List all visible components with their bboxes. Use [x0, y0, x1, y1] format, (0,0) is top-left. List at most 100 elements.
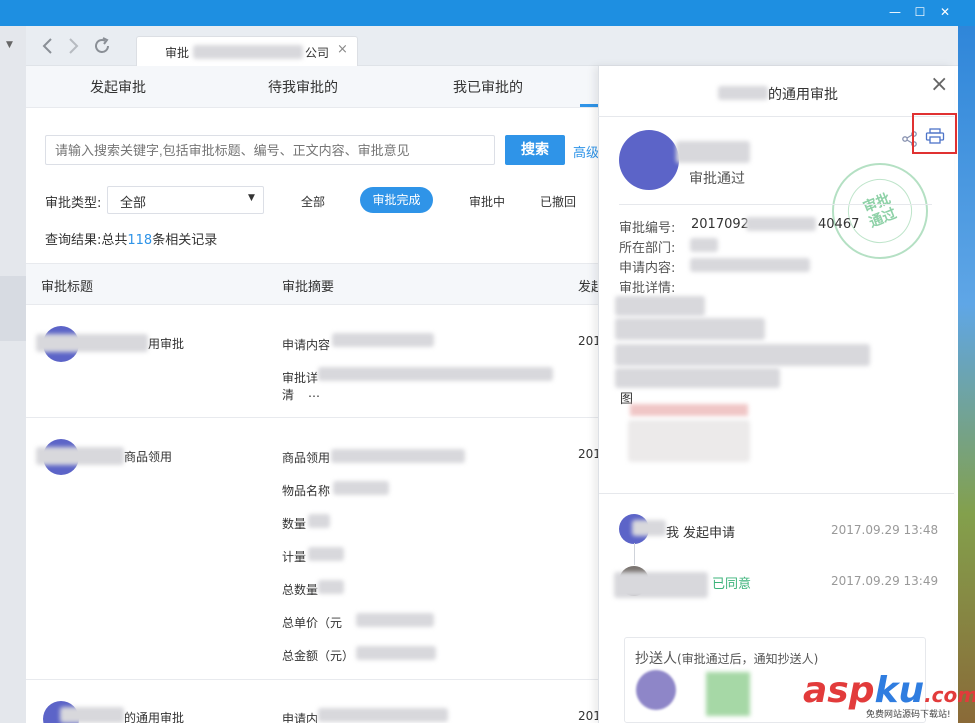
minimize-button[interactable]: — [885, 3, 905, 21]
redacted-text [615, 296, 705, 316]
result-prefix: 查询结果:总共 [45, 233, 128, 248]
redacted-text [318, 580, 344, 594]
redacted-image [630, 404, 748, 416]
panel-header-divider [598, 116, 954, 117]
redacted-text [356, 646, 436, 660]
row-title[interactable]: 用审批 [148, 335, 184, 352]
filter-in-progress[interactable]: 审批中 [469, 193, 505, 210]
approval-detail-label: 审批详情: [619, 281, 676, 296]
approval-number-prefix: 2017092 [691, 217, 749, 232]
summary-line: 总单价（元 [282, 616, 343, 630]
app-sidebar-strip: ▼ [0, 26, 26, 723]
approval-type-label: 审批类型: [45, 196, 102, 211]
approval-number-suffix: 40467 [818, 217, 860, 232]
redacted-text [318, 708, 448, 722]
redacted-text [356, 613, 434, 627]
watermark-part: asp [803, 670, 875, 711]
redacted-text [331, 449, 465, 463]
column-header-summary: 审批摘要 [282, 280, 335, 295]
chevron-left-icon [42, 38, 52, 54]
nav-tab-pending-approval[interactable]: 待我审批的 [268, 77, 338, 97]
maximize-button[interactable]: ☐ [910, 3, 930, 21]
approval-number-label: 审批编号: [619, 221, 676, 236]
redacted-text [615, 344, 870, 366]
reload-icon [95, 37, 109, 53]
redacted-text [36, 334, 148, 352]
row-title[interactable]: 商品领用 [124, 448, 172, 465]
avatar [636, 670, 676, 710]
active-tab-indicator [580, 104, 598, 107]
reload-button[interactable] [91, 35, 113, 57]
desktop-background [958, 26, 975, 723]
panel-title: 的通用审批 [768, 87, 838, 103]
redacted-text [746, 217, 816, 231]
search-input[interactable] [45, 135, 495, 165]
summary-line: 计量 [282, 550, 307, 564]
sidebar-selected-item[interactable] [0, 276, 26, 341]
redacted-text [60, 707, 124, 723]
tab-close-icon[interactable]: × [337, 42, 348, 57]
tab-label-suffix: 公司 [305, 46, 330, 60]
chevron-right-icon [69, 38, 79, 54]
request-content-label: 申请内容: [619, 261, 676, 276]
redacted-text [718, 86, 768, 100]
close-icon[interactable]: × [930, 74, 948, 96]
summary-line: 清 [282, 388, 295, 402]
redacted-text [308, 514, 330, 528]
result-suffix: 条相关记录 [152, 233, 218, 248]
nav-tab-start-approval[interactable]: 发起审批 [90, 77, 146, 97]
filter-completed[interactable]: 审批完成 [360, 187, 433, 213]
back-button[interactable] [37, 35, 59, 57]
summary-line: 总金额（元） [282, 649, 355, 663]
browser-tab[interactable]: 审批 公司 × [136, 36, 358, 66]
forward-button[interactable] [62, 35, 84, 57]
filter-all[interactable]: 全部 [301, 193, 325, 210]
avatar [706, 672, 750, 716]
timeline-time: 2017.09.29 13:49 [831, 574, 939, 588]
summary-line: 申请内容 [282, 338, 331, 352]
filter-withdrawn[interactable]: 已撤回 [540, 193, 576, 210]
nav-tab-approved-by-me[interactable]: 我已审批的 [453, 77, 523, 97]
redacted-text [614, 572, 708, 598]
printer-glyph [925, 128, 945, 144]
redacted-text [676, 141, 750, 163]
window-titlebar [0, 0, 975, 26]
watermark-subtitle: 免费网站源码下载站! [866, 710, 951, 720]
sidebar-dropdown-icon[interactable]: ▼ [6, 40, 13, 50]
detail-divider [619, 204, 932, 205]
redacted-text [318, 367, 553, 381]
cc-note: (审批通过后，通知抄送人) [677, 652, 819, 666]
approval-status: 审批通过 [689, 171, 745, 187]
timeline-time: 2017.09.29 13:48 [831, 523, 939, 537]
approval-type-select[interactable]: 全部 [107, 186, 264, 214]
redacted-text [36, 447, 124, 465]
applicant-avatar [619, 130, 679, 190]
redacted-text [690, 238, 718, 252]
department-label: 所在部门: [619, 241, 676, 256]
watermark-part: .com [924, 683, 975, 707]
close-window-button[interactable]: ✕ [935, 3, 955, 21]
watermark-part: ku [874, 670, 925, 711]
cc-title: 抄送人(审批通过后，通知抄送人) [635, 648, 818, 668]
redacted-text [615, 318, 765, 340]
row-title[interactable]: 的通用审批 [124, 709, 184, 723]
timeline-action: 已同意 [712, 577, 752, 592]
timeline-actor: 我 [666, 526, 680, 541]
redacted-text [332, 333, 434, 347]
redacted-text [333, 481, 389, 495]
result-count: 118 [127, 233, 153, 248]
redacted-text [193, 45, 303, 59]
print-icon[interactable] [925, 128, 945, 144]
summary-line: 商品领用 [282, 451, 331, 465]
redacted-text [308, 547, 344, 561]
summary-line: 数量 [282, 517, 307, 531]
advanced-search-link[interactable]: 高级 [573, 142, 599, 161]
row-divider [26, 417, 598, 418]
summary-line: 总数量 [282, 583, 319, 597]
search-button[interactable]: 搜索 [505, 135, 565, 165]
timeline-connector [634, 543, 635, 565]
redacted-image [628, 420, 750, 462]
summary-ellipsis: … [308, 386, 320, 400]
cc-title-label: 抄送人 [635, 651, 677, 667]
timeline-action: 发起申请 [683, 526, 736, 541]
